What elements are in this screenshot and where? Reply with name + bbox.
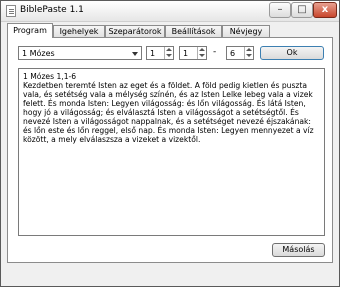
app-window: BiblePaste 1.1 – □ x Program Igehelyek S… — [0, 0, 340, 287]
maximize-button[interactable]: □ — [291, 2, 313, 18]
app-icon — [6, 5, 16, 17]
verse-from-value: 1 — [183, 49, 189, 58]
spin-down-icon[interactable] — [246, 54, 252, 57]
spin-down-icon[interactable] — [166, 54, 172, 57]
tab-program[interactable]: Program — [7, 23, 53, 38]
chapter-stepper[interactable]: 1 — [146, 46, 174, 60]
verse-from-stepper[interactable]: 1 — [179, 46, 207, 60]
spin-down-icon[interactable] — [199, 54, 205, 57]
result-textarea[interactable]: 1 Mózes 1,1-6 Kezdetben teremté Isten az… — [18, 68, 325, 236]
tab-beallitasok[interactable]: Beállítások — [165, 25, 222, 37]
reference-line: 1 Mózes 1,1-6 — [23, 72, 77, 81]
spin-up-icon[interactable] — [246, 48, 252, 51]
range-separator: - — [213, 47, 217, 57]
spin-up-icon[interactable] — [166, 48, 172, 51]
verse-to-value: 6 — [230, 49, 236, 58]
verse-text: Kezdetben teremté Isten az eget és a föl… — [23, 81, 314, 144]
close-button[interactable]: x — [313, 2, 337, 18]
tab-szeparatorok[interactable]: Szeparátorok — [105, 25, 165, 37]
book-select-value: 1 Mózes — [22, 49, 55, 58]
verse-from-spin-buttons[interactable] — [197, 47, 206, 59]
tab-nevjegy[interactable]: Névjegy — [222, 25, 270, 37]
chapter-spin-buttons[interactable] — [164, 47, 173, 59]
book-select[interactable]: 1 Mózes — [18, 46, 142, 60]
copy-button[interactable]: Másolás — [272, 243, 325, 257]
chevron-down-icon[interactable] — [132, 52, 138, 56]
title-bar[interactable]: BiblePaste 1.1 – □ x — [1, 1, 339, 22]
ok-button[interactable]: Ok — [260, 46, 324, 60]
spin-up-icon[interactable] — [199, 48, 205, 51]
verse-to-spin-buttons[interactable] — [244, 47, 253, 59]
verse-to-stepper[interactable]: 6 — [226, 46, 254, 60]
program-panel: 1 Mózes 1 1 - 6 Ok 1 Mózes 1,1-6 Kezdetb… — [7, 37, 333, 263]
tab-igehelyek[interactable]: Igehelyek — [53, 25, 105, 37]
chapter-value: 1 — [150, 49, 156, 58]
window-title: BiblePaste 1.1 — [20, 5, 84, 15]
minimize-button[interactable]: – — [269, 2, 291, 18]
